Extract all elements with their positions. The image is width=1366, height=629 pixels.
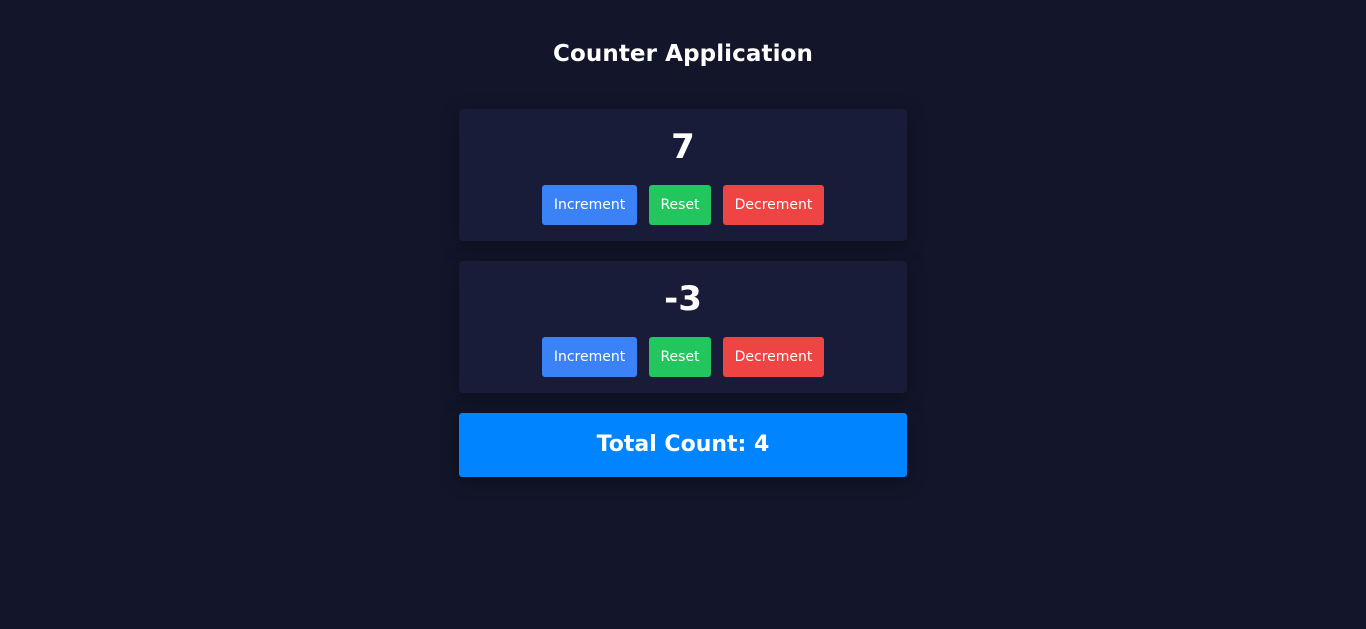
reset-button[interactable]: Reset — [649, 337, 711, 377]
counter-card: -3 Increment Reset Decrement — [459, 261, 907, 393]
counter-controls: Increment Reset Decrement — [542, 185, 824, 225]
counter-value: -3 — [664, 279, 702, 319]
counter-value: 7 — [671, 127, 695, 167]
decrement-button[interactable]: Decrement — [723, 185, 824, 225]
page-title: Counter Application — [553, 41, 813, 67]
increment-button[interactable]: Increment — [542, 337, 637, 377]
increment-button[interactable]: Increment — [542, 185, 637, 225]
counter-card: 7 Increment Reset Decrement — [459, 109, 907, 241]
decrement-button[interactable]: Decrement — [723, 337, 824, 377]
total-count-banner: Total Count: 4 — [459, 413, 907, 477]
reset-button[interactable]: Reset — [649, 185, 711, 225]
counter-app: Counter Application 7 Increment Reset De… — [0, 0, 1366, 629]
counter-controls: Increment Reset Decrement — [542, 337, 824, 377]
